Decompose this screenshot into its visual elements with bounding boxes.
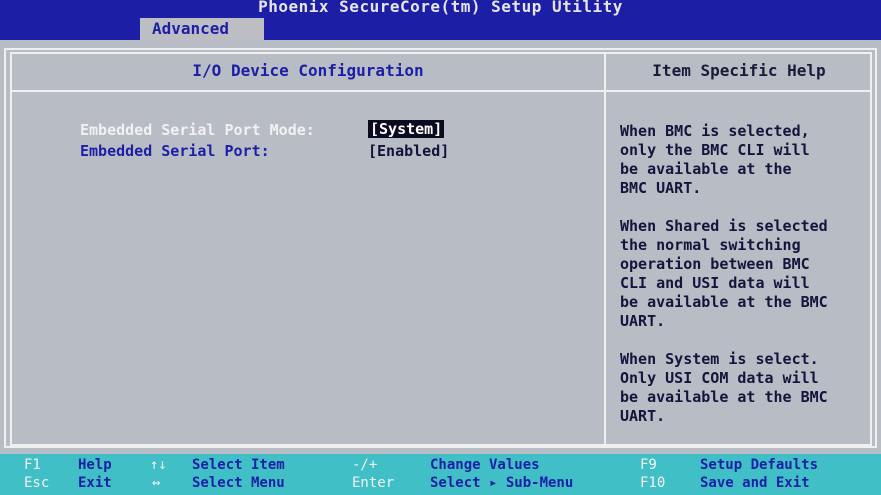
title-bar: Phoenix SecureCore(tm) Setup Utility Adv… <box>0 0 881 40</box>
help-paragraph-bmc: When BMC is selected, only the BMC CLI w… <box>620 122 810 197</box>
esc-key: Esc <box>24 475 50 491</box>
change-values-hint: Change Values <box>430 457 540 473</box>
app-title: Phoenix SecureCore(tm) Setup Utility <box>258 0 623 16</box>
help-paragraph-system: When System is select. Only USI COM data… <box>620 350 828 425</box>
help-divider <box>604 52 606 446</box>
select-submenu-hint: Select ▸ Sub-Menu <box>430 475 574 491</box>
section-title: I/O Device Configuration <box>192 61 424 80</box>
key-legend-bar: F1 Help ↑↓ Select Item -/+ Change Values… <box>0 454 881 495</box>
leftright-arrows-icon: ↔ <box>152 475 161 491</box>
exit-hint: Exit <box>78 475 112 491</box>
serial-port-mode-value[interactable]: [System] <box>368 120 445 138</box>
help-text: When BMC is selected, only the BMC CLI w… <box>620 122 878 445</box>
tab-advanced[interactable]: Advanced <box>140 18 264 40</box>
updown-arrows-icon: ↑↓ <box>150 457 167 473</box>
select-menu-hint: Select Menu <box>192 475 285 491</box>
f9-key: F9 <box>640 457 657 473</box>
help-title: Item Specific Help <box>652 61 826 80</box>
enter-key: Enter <box>352 475 395 491</box>
help-hint: Help <box>78 457 112 473</box>
setup-defaults-hint: Setup Defaults <box>700 457 819 473</box>
select-item-hint: Select Item <box>192 457 285 473</box>
help-title-divider <box>604 90 872 92</box>
serial-port-value[interactable]: [Enabled] <box>368 142 449 160</box>
f1-key: F1 <box>24 457 41 473</box>
minus-plus-key: -/+ <box>352 457 378 473</box>
section-divider <box>10 90 606 92</box>
help-paragraph-shared: When Shared is selected the normal switc… <box>620 217 828 330</box>
serial-port-label[interactable]: Embedded Serial Port: <box>80 142 270 160</box>
save-exit-hint: Save and Exit <box>700 475 810 491</box>
f10-key: F10 <box>640 475 666 491</box>
serial-port-mode-label[interactable]: Embedded Serial Port Mode: <box>80 121 315 139</box>
